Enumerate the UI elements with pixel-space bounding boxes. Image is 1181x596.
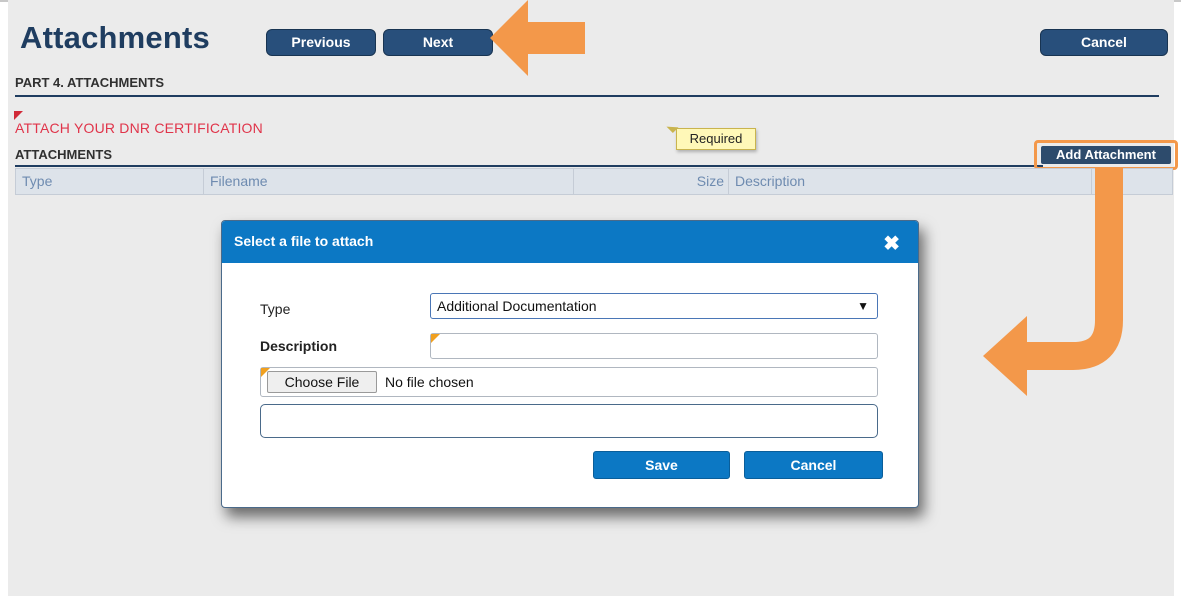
type-select-value: Additional Documentation — [437, 298, 597, 314]
save-button[interactable]: Save — [593, 451, 730, 479]
part-title: PART 4. ATTACHMENTS — [15, 75, 165, 90]
select-file-dialog: Select a file to attach ✖ Type Additiona… — [221, 220, 919, 508]
page-title: Attachments — [20, 20, 210, 55]
attachments-divider — [15, 165, 1043, 167]
dialog-title: Select a file to attach — [234, 233, 374, 249]
column-header-type[interactable]: Type — [16, 169, 204, 194]
add-attachment-highlight: Add Attachment — [1034, 140, 1178, 170]
attachments-title: ATTACHMENTS — [15, 147, 113, 162]
column-header-size[interactable]: Size — [574, 169, 729, 194]
required-prompt: ATTACH YOUR DNR CERTIFICATION — [15, 120, 263, 136]
cancel-button[interactable]: Cancel — [1040, 29, 1168, 56]
type-label: Type — [260, 301, 291, 317]
close-icon[interactable]: ✖ — [883, 231, 900, 256]
required-tooltip: Required — [676, 128, 756, 150]
choose-file-button[interactable]: Choose File — [267, 371, 377, 393]
column-header-filename[interactable]: Filename — [204, 169, 574, 194]
previous-button[interactable]: Previous — [266, 29, 376, 56]
dialog-cancel-button[interactable]: Cancel — [744, 451, 883, 479]
file-notes-field[interactable] — [260, 404, 878, 438]
next-button[interactable]: Next — [383, 29, 493, 56]
callout-arrow-left-icon — [490, 0, 585, 76]
required-flag-icon — [431, 334, 440, 343]
file-status: No file chosen — [385, 374, 474, 390]
callout-arrow-curved-icon — [983, 168, 1123, 396]
type-select[interactable]: Additional Documentation ▼ — [430, 293, 878, 319]
section-divider — [15, 95, 1159, 97]
required-flag-icon — [14, 111, 23, 120]
description-input[interactable] — [430, 333, 878, 359]
add-attachment-button[interactable]: Add Attachment — [1041, 146, 1171, 164]
chevron-down-icon: ▼ — [857, 299, 869, 313]
page-background: Attachments Previous Next Cancel PART 4.… — [8, 0, 1178, 596]
file-input: Choose File No file chosen — [260, 367, 878, 397]
dialog-header: Select a file to attach ✖ — [222, 221, 918, 263]
description-label: Description — [260, 338, 338, 354]
